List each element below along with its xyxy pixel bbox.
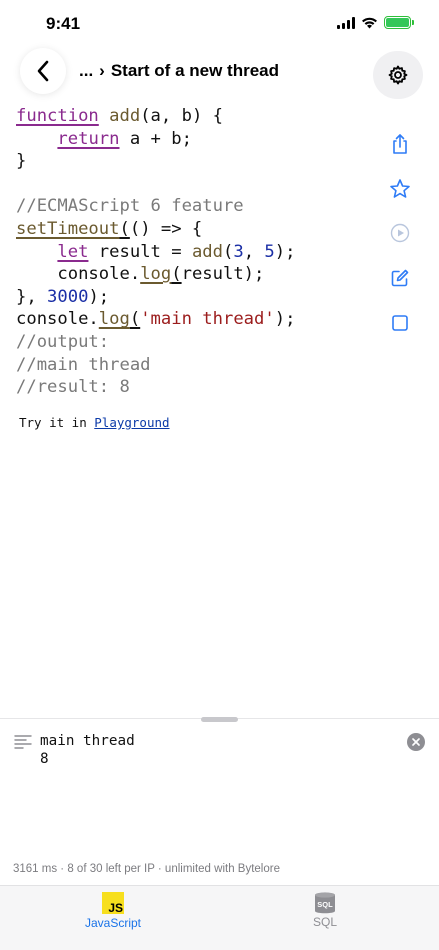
tab-sql-label: SQL <box>312 915 337 929</box>
usage-stats: 3161 ms · 8 of 30 left per IP · unlimite… <box>13 863 280 875</box>
code-line: //ECMAScript 6 feature <box>16 195 295 218</box>
run-button[interactable] <box>389 222 411 244</box>
code-token: ( <box>171 264 182 285</box>
status-icons <box>337 16 414 29</box>
code-line: }, 3000); <box>16 286 295 309</box>
gear-icon <box>388 65 408 85</box>
code-token: ); <box>88 286 110 307</box>
status-bar: 9:41 <box>0 0 439 50</box>
code-token: }, <box>16 286 48 307</box>
code-token: 'main thread' <box>140 309 275 330</box>
code-token: //output: <box>16 331 110 352</box>
code-line: console.log('main thread'); <box>16 308 295 331</box>
code-token: //ECMAScript 6 feature <box>16 196 244 217</box>
playground-link[interactable]: Playground <box>94 415 169 430</box>
code-token: console. <box>16 264 141 285</box>
console-lines-icon <box>14 735 32 749</box>
settings-button[interactable] <box>373 51 423 99</box>
code-token: ( <box>129 309 141 330</box>
code-line: return a + b; <box>16 128 295 151</box>
tab-javascript[interactable]: JS JavaScript <box>73 892 153 930</box>
code-token: ); <box>274 241 296 262</box>
code-token: //result: 8 <box>16 377 130 398</box>
code-token: ( <box>222 241 234 262</box>
code-token: () => { <box>129 218 203 239</box>
code-token: 3000 <box>47 286 89 307</box>
compose-icon <box>391 269 409 287</box>
close-icon <box>412 738 420 746</box>
clear-console-button[interactable] <box>407 733 425 751</box>
breadcrumb: ... › Start of a new thread <box>79 61 279 81</box>
console-drag-handle[interactable] <box>201 717 238 722</box>
code-line: //result: 8 <box>16 376 295 399</box>
code-line: function add(a, b) { <box>16 105 295 128</box>
playground-prefix: Try it in <box>19 415 95 430</box>
share-icon <box>393 134 407 154</box>
code-token: //main thread <box>16 354 151 375</box>
chevron-left-icon <box>37 60 49 82</box>
select-button[interactable] <box>389 312 411 334</box>
wifi-icon <box>362 17 377 28</box>
js-logo-icon: JS <box>102 892 124 914</box>
sql-logo-text: SQL <box>317 900 333 909</box>
tab-sql[interactable]: SQL SQL <box>285 892 365 929</box>
code-token: } <box>16 151 27 172</box>
tab-javascript-label: JavaScript <box>84 916 142 930</box>
code-token: ); <box>274 309 296 330</box>
battery-icon <box>384 16 414 29</box>
console-output: main thread 8 <box>40 733 135 767</box>
code-line: console.log(result); <box>16 263 295 286</box>
tab-bar: JS JavaScript SQL SQL <box>0 885 439 950</box>
share-button[interactable] <box>389 133 411 155</box>
favorite-button[interactable] <box>389 178 411 200</box>
breadcrumb-ellipsis[interactable]: ... <box>79 61 93 80</box>
code-line: //main thread <box>16 354 295 377</box>
code-token: 3 <box>233 241 244 262</box>
status-time: 9:41 <box>46 14 81 33</box>
code-token: function <box>16 106 99 126</box>
code-token: (a, b) { <box>140 106 223 126</box>
breadcrumb-separator: › <box>99 61 105 80</box>
page-title: Start of a new thread <box>110 61 279 80</box>
play-circle-icon <box>390 223 410 243</box>
code-editor[interactable]: function add(a, b) { return a + b;}//ECM… <box>16 105 295 399</box>
playground-hint: Try it in Playground <box>19 415 170 430</box>
cellular-signal-icon <box>337 16 355 29</box>
code-token: result = <box>88 241 192 262</box>
code-token: , <box>243 241 265 262</box>
star-icon <box>390 179 410 198</box>
code-token: 5 <box>264 241 275 262</box>
sql-database-icon: SQL <box>314 892 336 914</box>
code-line: //output: <box>16 331 295 354</box>
square-icon <box>392 315 408 331</box>
code-line: } <box>16 150 295 173</box>
code-token: console. <box>16 309 99 330</box>
code-token: a + b; <box>119 128 192 149</box>
code-token: log <box>140 264 172 285</box>
code-token: ( <box>119 218 130 239</box>
code-line: let result = add(3, 5); <box>16 241 295 264</box>
code-token: add <box>191 241 223 262</box>
code-token: add <box>109 106 141 126</box>
code-token: let <box>57 241 89 262</box>
code-token: setTimeout <box>16 218 120 239</box>
edit-button[interactable] <box>389 267 411 289</box>
code-line: setTimeout(() => { <box>16 218 295 241</box>
code-token: log <box>98 309 130 330</box>
code-token: result); <box>181 264 265 285</box>
code-token: return <box>57 128 120 149</box>
back-button[interactable] <box>20 48 66 94</box>
